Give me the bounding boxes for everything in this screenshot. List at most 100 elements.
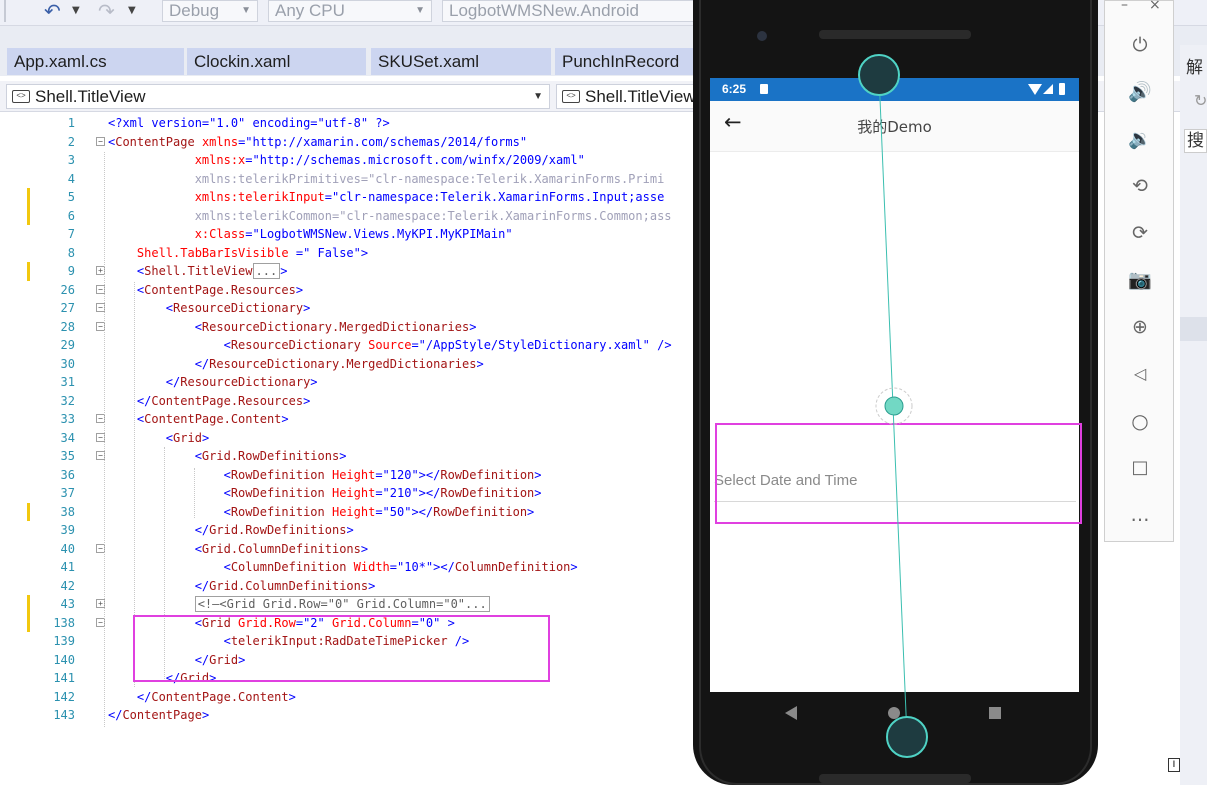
line-number: 5 <box>67 190 75 204</box>
code-text: <ResourceDictionary Source="/AppStyle/St… <box>108 336 672 355</box>
home-circle-icon[interactable] <box>888 707 900 719</box>
rotate-right-icon[interactable]: ⟳ <box>1105 221 1175 245</box>
code-text: <ResourceDictionary.MergedDictionaries> <box>108 318 477 337</box>
undo-icon[interactable]: ↶ <box>44 0 61 22</box>
close-icon[interactable]: × <box>1149 0 1161 13</box>
chevron-down-icon: ▼ <box>533 91 543 102</box>
code-token: < <box>108 319 202 334</box>
volume-down-icon[interactable]: 🔉 <box>1105 127 1175 151</box>
code-editor[interactable]: 1 <?xml version="1.0" encoding="utf-8" ?>… <box>0 112 695 785</box>
indent-guide <box>104 152 105 727</box>
platform-dropdown[interactable]: Any CPU ▼ <box>268 0 432 22</box>
redo-icon[interactable]: ↷ <box>98 0 115 22</box>
code-token: Width <box>346 560 390 574</box>
search-box[interactable]: 搜 <box>1184 129 1207 153</box>
line-number: 1 <box>67 116 75 130</box>
code-text: </ContentPage.Resources> <box>108 392 310 411</box>
code-token: ="210"></ <box>375 486 441 500</box>
config-dropdown[interactable]: Debug ▼ <box>162 0 258 22</box>
code-token: > <box>310 375 318 389</box>
code-token: ContentPage <box>122 708 202 722</box>
code-token: Grid.RowDefinitions <box>201 449 340 463</box>
home-icon[interactable]: ○ <box>1105 409 1175 433</box>
collapse-icon[interactable]: − <box>96 136 105 146</box>
volume-up-icon[interactable]: 🔊 <box>1105 80 1175 104</box>
code-text: xmlns:telerikPrimitives="clr-namespace:T… <box>108 170 665 189</box>
collapsed-region[interactable]: ... <box>252 263 281 279</box>
chevron-down-icon: ▼ <box>241 5 251 16</box>
tab-label: SKUSet.xaml <box>378 52 480 71</box>
change-marker <box>27 188 30 207</box>
scope-dropdown-left[interactable]: <> Shell.TitleView ▼ <box>6 84 550 109</box>
camera-icon[interactable]: 📷 <box>1105 268 1175 292</box>
collapsed-region[interactable]: <!—<Grid Grid.Row="0" Grid.Column="0"... <box>194 596 490 612</box>
code-token: xmlns:telerikInput <box>108 190 325 204</box>
tab-label: Clockin.xaml <box>194 52 291 71</box>
xml-element-icon: <> <box>12 90 30 103</box>
splitter-icon[interactable]: I <box>1168 758 1180 772</box>
code-line[interactable]: 2 − <ContentPage xmlns="http://xamarin.com… <box>0 133 695 152</box>
touch-trace-overlay <box>858 54 928 758</box>
back-triangle-icon[interactable] <box>785 706 797 720</box>
code-token: </ <box>108 578 210 593</box>
line-number: 39 <box>60 523 75 537</box>
overview-icon[interactable]: □ <box>1105 456 1175 480</box>
code-token: > <box>288 689 296 704</box>
code-text: <ColumnDefinition Width="10*"></ColumnDe… <box>108 558 578 577</box>
code-token: Height <box>324 467 376 482</box>
line-number: 40 <box>60 541 75 556</box>
tab-app-xaml-cs[interactable]: App.xaml.cs <box>7 48 184 75</box>
line-number: 38 <box>60 504 75 519</box>
touch-point-bottom <box>886 716 928 758</box>
code-token: x:Class <box>108 227 246 241</box>
redo-dropdown-icon[interactable]: ▼ <box>128 0 136 22</box>
more-icon[interactable]: … <box>1105 503 1175 527</box>
code-token: ResourceDictionary <box>173 301 304 315</box>
code-token: > <box>201 430 210 445</box>
code-token: < <box>108 486 231 500</box>
line-number: 3 <box>67 153 75 167</box>
undo-dropdown-icon[interactable]: ▼ <box>72 0 80 22</box>
code-text: <RowDefinition Height="210"></RowDefinit… <box>108 484 542 503</box>
scope-value: Shell.TitleView <box>585 87 696 106</box>
recents-square-icon[interactable] <box>989 707 1001 719</box>
code-token: ContentPage.Resources <box>151 393 304 408</box>
code-text: <Shell.TitleView... > <box>108 262 287 281</box>
rotate-left-icon[interactable]: ⟲ <box>1105 174 1175 198</box>
code-text: </ResourceDictionary> <box>108 373 318 392</box>
code-token: ="/AppStyle/StyleDictionary.xaml" /> <box>411 338 672 352</box>
tab-skuset-xaml[interactable]: SKUSet.xaml <box>371 48 551 75</box>
tab-punchinrecord[interactable]: PunchInRecord <box>555 48 695 75</box>
code-line[interactable]: 1 <?xml version="1.0" encoding="utf-8" ?> <box>0 114 695 133</box>
code-token: Height <box>324 504 376 519</box>
line-number: 9 <box>67 264 75 278</box>
code-text: </Grid> <box>108 651 246 670</box>
code-token: > <box>238 652 246 667</box>
code-text: <ContentPage.Content> <box>108 410 289 429</box>
code-text: xmlns:telerikCommon="clr-namespace:Teler… <box>108 207 672 226</box>
line-number: 141 <box>53 671 75 685</box>
code-text: xmlns:x="http://schemas.microsoft.com/wi… <box>108 151 585 170</box>
zoom-icon[interactable]: ⊕ <box>1105 315 1175 339</box>
code-text: <?xml version="1.0" encoding="utf-8" ?> <box>108 114 390 133</box>
back-icon[interactable]: ◁ <box>1105 362 1175 386</box>
tab-clockin-xaml[interactable]: Clockin.xaml <box>187 48 366 75</box>
code-text: </ContentPage.Content> <box>108 688 296 707</box>
code-text: xmlns:telerikInput="clr-namespace:Teleri… <box>108 188 665 207</box>
code-token: ="LogbotWMSNew.Views.MyKPI.MyKPIMain" <box>245 227 513 241</box>
code-token: > <box>360 541 369 556</box>
code-token: ContentPage <box>115 134 195 149</box>
code-token: < <box>108 338 231 352</box>
line-number: 43 <box>60 597 75 611</box>
code-token: ContentPage.Content <box>144 412 282 426</box>
code-token: Source <box>360 338 412 352</box>
power-icon[interactable]: ⏻ <box>1105 33 1175 57</box>
minimize-icon[interactable]: – <box>1121 0 1128 13</box>
scope-dropdown-right[interactable]: <> Shell.TitleView <box>556 84 696 109</box>
startup-project-dropdown[interactable]: LogbotWMSNew.Android <box>442 0 698 22</box>
line-number: 31 <box>60 375 75 389</box>
refresh-icon[interactable]: ↻ <box>1194 91 1207 110</box>
code-token: > <box>281 412 289 426</box>
code-token: </ <box>108 393 152 408</box>
line-number: 36 <box>60 467 75 482</box>
